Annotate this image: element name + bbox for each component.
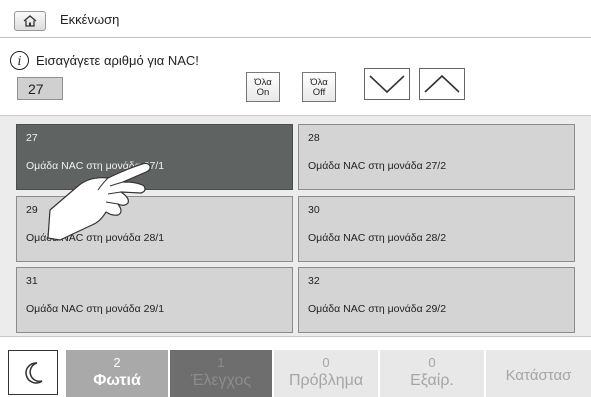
home-button[interactable] xyxy=(14,11,46,31)
trouble-counter-tab[interactable]: 0 Πρόβλημα xyxy=(274,350,378,397)
nac-number-input[interactable]: 27 xyxy=(17,77,63,100)
info-message: Εισαγάγετε αριθμό για NAC! xyxy=(36,53,199,68)
nac-tile-27[interactable]: 27 Ομάδα NAC στη μονάδα 27/1 xyxy=(16,124,293,190)
nac-tile-28[interactable]: 28 Ομάδα NAC στη μονάδα 27/2 xyxy=(298,124,575,190)
info-prompt: i Εισαγάγετε αριθμό για NAC! xyxy=(10,51,199,70)
moon-icon xyxy=(25,361,43,384)
chevron-down-icon xyxy=(369,75,405,94)
exemption-counter-tab[interactable]: 0 Εξαίρ. xyxy=(380,350,484,397)
home-icon xyxy=(23,15,37,27)
nac-tile-31[interactable]: 31 Ομάδα NAC στη μονάδα 29/1 xyxy=(16,267,293,333)
nac-tile-grid: 27 Ομάδα NAC στη μονάδα 27/1 28 Ομάδα NA… xyxy=(0,115,591,337)
status-tab[interactable]: Κατάστασ xyxy=(486,350,591,397)
all-off-button[interactable]: Όλα Off xyxy=(302,72,336,102)
scroll-up-button[interactable] xyxy=(419,68,465,100)
status-bar: 2 Φωτιά 1 Έλεγχος 0 Πρόβλημα 0 Εξαίρ. Κα… xyxy=(0,345,591,397)
all-on-button[interactable]: Όλα On xyxy=(246,72,280,102)
title-bar: Εκκένωση xyxy=(0,0,591,38)
info-icon: i xyxy=(10,51,29,70)
nac-tile-29[interactable]: 29 Ομάδα NAC στη μονάδα 28/1 xyxy=(16,196,293,262)
fire-counter-tab[interactable]: 2 Φωτιά xyxy=(66,350,168,397)
night-mode-button[interactable] xyxy=(8,350,58,395)
chevron-up-icon xyxy=(424,74,460,93)
nac-tile-30[interactable]: 30 Ομάδα NAC στη μονάδα 28/2 xyxy=(298,196,575,262)
page-title: Εκκένωση xyxy=(60,12,120,27)
scroll-down-button[interactable] xyxy=(364,68,410,100)
control-counter-tab[interactable]: 1 Έλεγχος xyxy=(170,350,272,397)
nac-tile-32[interactable]: 32 Ομάδα NAC στη μονάδα 29/2 xyxy=(298,267,575,333)
